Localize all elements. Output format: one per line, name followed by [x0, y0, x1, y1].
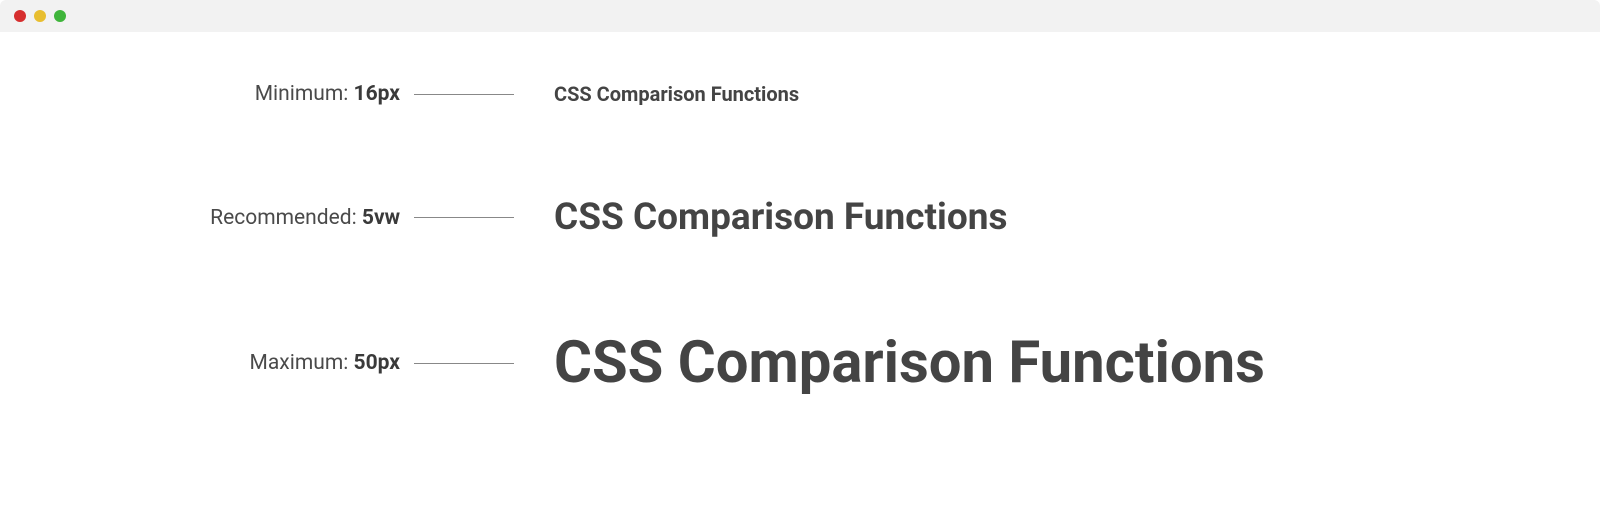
label-prefix: Maximum:: [250, 351, 354, 375]
label-value: 5vw: [362, 206, 400, 230]
connector-line: [414, 363, 514, 364]
window-minimize-icon[interactable]: [34, 10, 46, 22]
window-maximize-icon[interactable]: [54, 10, 66, 22]
row-recommended: Recommended: 5vw CSS Comparison Function…: [0, 196, 1600, 239]
connector-line: [414, 94, 514, 95]
label-value: 50px: [354, 351, 400, 375]
row-minimum: Minimum: 16px CSS Comparison Functions: [0, 82, 1600, 106]
label-value: 16px: [354, 82, 400, 106]
sample-text-minimum: CSS Comparison Functions: [554, 82, 799, 106]
sample-text-recommended: CSS Comparison Functions: [554, 196, 1008, 239]
label-prefix: Recommended:: [210, 206, 362, 230]
connector-line: [414, 217, 514, 218]
browser-title-bar: [0, 0, 1600, 32]
row-maximum: Maximum: 50px CSS Comparison Functions: [0, 329, 1600, 397]
content-area: Minimum: 16px CSS Comparison Functions R…: [0, 32, 1600, 397]
label-maximum: Maximum: 50px: [0, 351, 400, 375]
label-prefix: Minimum:: [255, 82, 354, 106]
label-minimum: Minimum: 16px: [0, 82, 400, 106]
label-recommended: Recommended: 5vw: [0, 206, 400, 230]
sample-text-maximum: CSS Comparison Functions: [554, 329, 1265, 397]
window-close-icon[interactable]: [14, 10, 26, 22]
